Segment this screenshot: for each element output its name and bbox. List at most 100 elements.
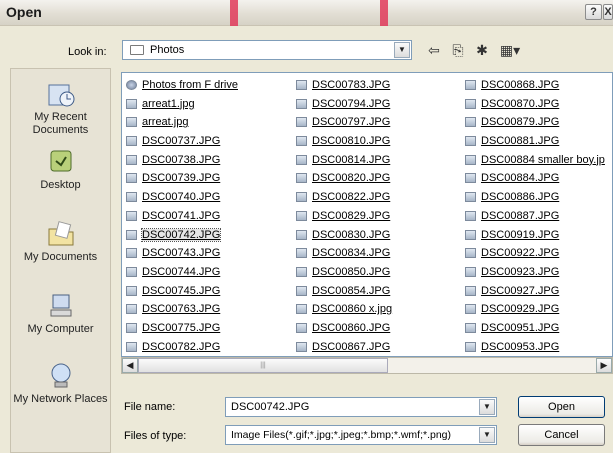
image-file-icon [465,341,476,352]
file-item[interactable]: DSC00868.JPG [465,77,612,96]
back-icon[interactable]: ⇦ [424,40,444,60]
file-item[interactable]: DSC00879.JPG [465,114,612,133]
file-item[interactable]: DSC00830.JPG [296,227,466,246]
file-item[interactable]: DSC00742.JPG [126,227,296,246]
file-name-text: DSC00829.JPG [312,209,391,222]
scroll-thumb[interactable]: ||| [138,358,388,373]
file-name-text: DSC00923.JPG [481,265,560,278]
place-desktop[interactable]: Desktop [11,147,110,192]
file-item[interactable]: DSC00741.JPG [126,208,296,227]
file-item[interactable]: DSC00794.JPG [296,96,466,115]
up-folder-icon[interactable]: ⎘ [448,40,468,60]
file-list[interactable]: Photos from F drive arreat1.jpg arreat.jpg… [121,72,613,357]
scroll-right-icon[interactable]: ▶ [596,358,612,373]
file-item[interactable]: DSC00919.JPG [465,227,612,246]
place-my-network-places[interactable]: My Network Places [11,361,110,406]
place-my-computer[interactable]: My Computer [11,291,110,336]
watermark-bar [380,0,388,26]
help-button[interactable]: ? [585,4,602,20]
file-name-text: DSC00884 smaller boy.jp [481,153,605,166]
file-name-value: DSC00742.JPG [231,401,310,413]
image-file-icon [296,210,307,221]
file-item[interactable]: DSC00738.JPG [126,152,296,171]
file-item[interactable]: DSC00782.JPG [126,339,296,356]
file-item[interactable]: DSC00763.JPG [126,301,296,320]
file-item[interactable]: DSC00867.JPG [296,339,466,356]
file-item[interactable]: DSC00887.JPG [465,208,612,227]
file-name-text: Photos from F drive [142,79,238,91]
file-column: DSC00783.JPG DSC00794.JPG DSC00797.JPG DSC0… [296,77,466,356]
new-folder-icon[interactable]: ✱ [472,40,492,60]
file-item[interactable]: DSC00922.JPG [465,245,612,264]
file-item[interactable]: DSC00775.JPG [126,320,296,339]
image-file-icon [296,322,307,333]
file-item[interactable]: DSC00822.JPG [296,189,466,208]
look-in-dropdown[interactable]: Photos ▼ [122,40,412,60]
close-button[interactable]: X [603,4,613,20]
file-item[interactable]: DSC00927.JPG [465,283,612,302]
file-name-text: DSC00743.JPG [142,247,221,260]
file-item[interactable]: Photos from F drive [126,77,296,96]
file-item[interactable]: DSC00953.JPG [465,339,612,356]
image-file-icon [465,117,476,128]
file-item[interactable]: DSC00797.JPG [296,114,466,133]
network-places-icon [51,363,70,388]
place-my-recent-documents[interactable]: My Recent Documents [11,79,110,137]
file-item[interactable]: DSC00884 smaller boy.jp [465,152,612,171]
place-label: My Recent Documents [32,111,89,136]
image-file-icon [296,304,307,315]
file-item[interactable]: DSC00744.JPG [126,264,296,283]
file-item[interactable]: DSC00860 x.jpg [296,301,466,320]
file-item[interactable]: DSC00951.JPG [465,320,612,339]
chevron-down-icon[interactable]: ▼ [479,399,495,415]
file-item[interactable]: DSC00929.JPG [465,301,612,320]
file-item[interactable]: arreat1.jpg [126,96,296,115]
file-item[interactable]: DSC00814.JPG [296,152,466,171]
file-item[interactable]: DSC00850.JPG [296,264,466,283]
scroll-left-icon[interactable]: ◀ [122,358,138,373]
image-file-icon [465,192,476,203]
file-item[interactable]: DSC00783.JPG [296,77,466,96]
file-name-text: DSC00744.JPG [142,265,221,278]
file-name-text: DSC00879.JPG [481,116,560,129]
horizontal-scrollbar[interactable]: ◀ ||| ▶ [121,357,613,374]
image-file-icon [126,341,137,352]
file-item[interactable]: DSC00854.JPG [296,283,466,302]
file-item[interactable]: DSC00870.JPG [465,96,612,115]
file-item[interactable]: DSC00820.JPG [296,170,466,189]
cancel-button[interactable]: Cancel [518,424,605,446]
file-name-text: arreat1.jpg [142,97,195,110]
file-name-text: DSC00820.JPG [312,172,391,185]
file-name-input[interactable]: DSC00742.JPG ▼ [225,397,497,417]
file-item[interactable]: DSC00745.JPG [126,283,296,302]
file-name-text: DSC00881.JPG [481,135,560,148]
image-file-icon [126,192,137,203]
place-my-documents[interactable]: My Documents [11,219,110,264]
image-file-icon [465,285,476,296]
file-item[interactable]: DSC00834.JPG [296,245,466,264]
image-file-icon [465,266,476,277]
image-file-icon [465,322,476,333]
chevron-down-icon[interactable]: ▼ [479,427,495,443]
file-item[interactable]: DSC00743.JPG [126,245,296,264]
file-item[interactable]: DSC00740.JPG [126,189,296,208]
file-item[interactable]: DSC00884.JPG [465,170,612,189]
view-menu-icon[interactable]: ▦▾ [496,40,524,60]
image-file-icon [296,285,307,296]
image-file-icon [465,136,476,147]
open-button[interactable]: Open [518,396,605,418]
file-item[interactable]: arreat.jpg [126,114,296,133]
file-item[interactable]: DSC00923.JPG [465,264,612,283]
file-item[interactable]: DSC00739.JPG [126,170,296,189]
file-item[interactable]: DSC00886.JPG [465,189,612,208]
image-file-icon [296,173,307,184]
file-item[interactable]: DSC00881.JPG [465,133,612,152]
file-name-text: DSC00822.JPG [312,191,391,204]
file-type-select[interactable]: Image Files(*.gif;*.jpg;*.jpeg;*.bmp;*.w… [225,425,497,445]
file-item[interactable]: DSC00860.JPG [296,320,466,339]
chevron-down-icon[interactable]: ▼ [394,42,410,58]
file-item[interactable]: DSC00810.JPG [296,133,466,152]
file-item[interactable]: DSC00737.JPG [126,133,296,152]
file-item[interactable]: DSC00829.JPG [296,208,466,227]
file-name-text: DSC00739.JPG [142,172,221,185]
